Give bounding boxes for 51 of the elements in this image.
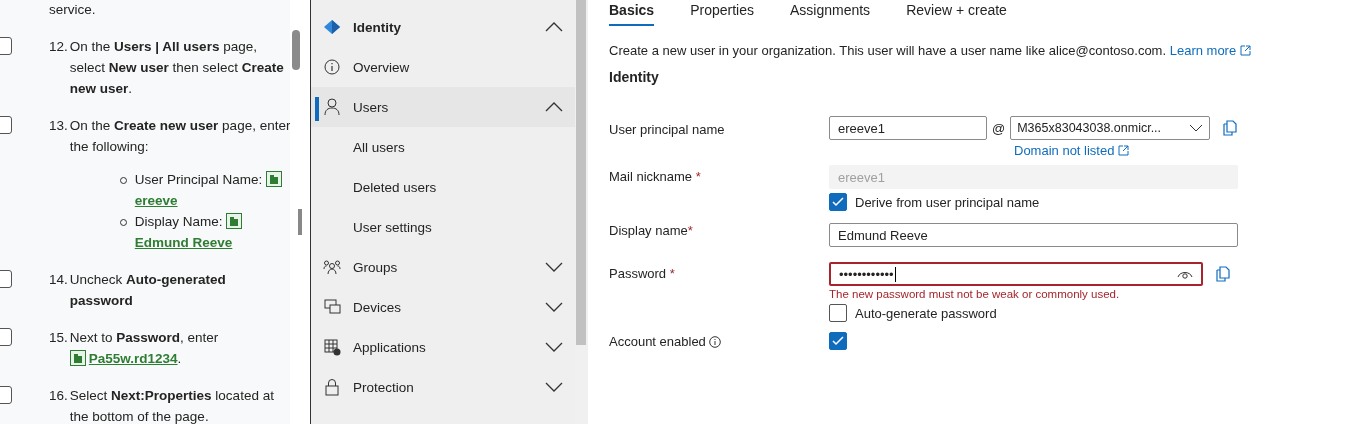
tab[interactable]: Basics	[609, 1, 655, 26]
field-label: Password	[609, 266, 667, 281]
copy-link[interactable]: Pa55w.rd1234	[88, 351, 178, 366]
checkbox-label: Derive from user principal name	[855, 194, 1040, 210]
nav-item[interactable]: Protection	[311, 367, 575, 407]
nav-item[interactable]: Identity	[311, 7, 575, 47]
input-field[interactable]: Edmund Reeve	[829, 223, 1238, 247]
copy-link[interactable]: Edmund Reeve	[134, 235, 233, 250]
nav-item[interactable]: Groups	[311, 247, 575, 287]
description-text: Create a new user in your organization. This user will have a user name like alice@contoso.com.	[609, 43, 1167, 58]
tab[interactable]: Properties	[690, 1, 754, 26]
field-label: Mail nickname	[609, 169, 693, 184]
tab[interactable]: Assignments	[789, 1, 871, 26]
bullet-text: User Principal Name: ereeve	[134, 169, 290, 211]
instruction-text: Next to Password, enter	[69, 329, 220, 347]
instruction-text: Uncheck Auto-generated password	[69, 271, 227, 310]
field-label: Display name	[609, 223, 688, 238]
required-mark: *	[668, 266, 675, 281]
nav-item[interactable]: Devices	[311, 287, 575, 327]
step-number: 16.	[49, 387, 68, 405]
required-mark: *	[694, 169, 701, 184]
instruction-text: service.	[48, 1, 97, 19]
bullet-text: Display Name: Edmund Reeve	[134, 211, 290, 253]
step-number: 15.	[49, 329, 68, 347]
error-message: The new password must not be weak or commonly used.	[829, 288, 1121, 300]
nav-item[interactable]: Overview	[311, 47, 575, 87]
learn-more-link[interactable]: Learn more	[1169, 43, 1252, 58]
nav-item[interactable]: Deleted users	[311, 167, 575, 207]
nav-item[interactable]: Users	[311, 87, 575, 127]
nav-item[interactable]: Applications	[311, 327, 575, 367]
domain-not-listed-link[interactable]: Domain not listed	[1014, 143, 1238, 158]
nav-item[interactable]: All users	[311, 127, 575, 167]
step-number: 13.	[49, 117, 68, 135]
at-sign: @	[992, 120, 1006, 136]
checkbox-label: Auto-generate password	[855, 305, 997, 321]
password-field[interactable]: ••••••••••••	[829, 262, 1203, 286]
instruction-text: Pa55w.rd1234.	[69, 348, 290, 369]
instruction-text: On the Users | All users page, select New user then select Create new user.	[69, 38, 285, 98]
step-number: 12.	[49, 38, 68, 56]
input-field[interactable]: ereeve1	[829, 116, 987, 140]
instruction-text: Select Next:Properties located at the bottom of the page.	[69, 387, 275, 424]
instruction-text: On the Create new user page, enter the following:	[69, 117, 290, 156]
domain-dropdown[interactable]: M365x83043038.onmicr...	[1010, 116, 1211, 140]
nav-item[interactable]: User settings	[311, 207, 575, 247]
copy-link[interactable]: ereeve	[134, 193, 178, 208]
tab[interactable]: Review + create	[906, 1, 1007, 26]
required-mark: *	[687, 223, 693, 238]
field-label: Account enabled	[609, 334, 706, 349]
section-title: Identity	[609, 69, 660, 85]
field-label: User principal name	[609, 122, 725, 137]
step-number: 14.	[49, 271, 68, 289]
